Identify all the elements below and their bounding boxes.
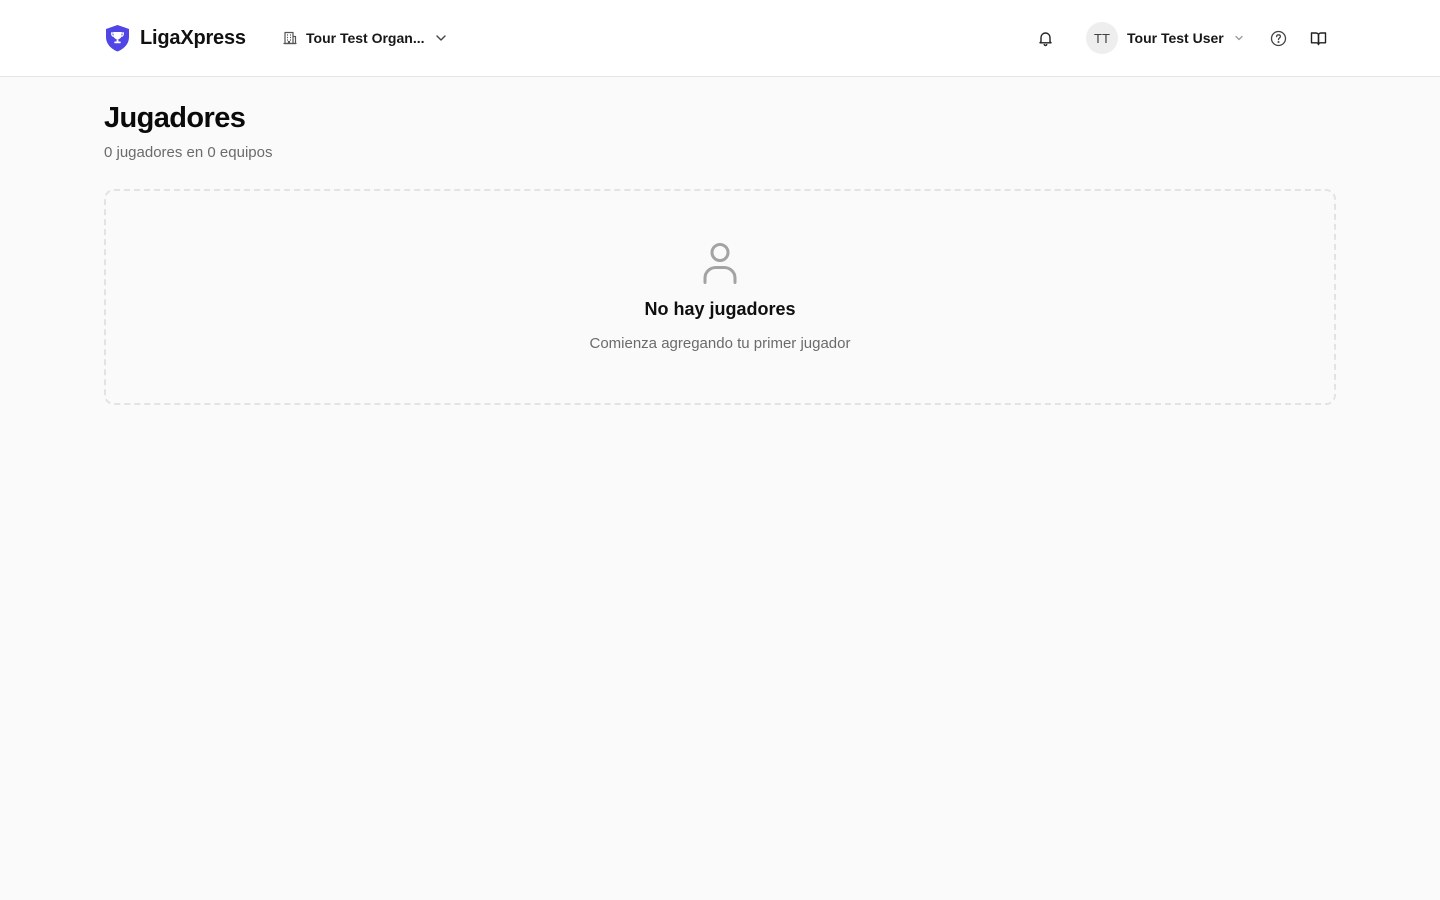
book-open-icon xyxy=(1310,31,1326,45)
help-circle-icon xyxy=(1270,30,1286,46)
page-subtitle: 0 jugadores en 0 equipos xyxy=(104,144,273,161)
bell-icon xyxy=(1038,31,1052,46)
empty-state-card: No hay jugadores Comienza agregando tu p… xyxy=(104,189,1336,405)
empty-state-description: Comienza agregando tu primer jugador xyxy=(589,335,851,352)
trophy-shield-icon xyxy=(106,25,129,52)
docs-button[interactable] xyxy=(1301,21,1335,55)
avatar: TT xyxy=(1086,22,1118,54)
user-icon xyxy=(703,243,737,284)
help-button[interactable] xyxy=(1261,21,1295,55)
page-title: Jugadores xyxy=(104,102,246,134)
brand-name: LigaXpress xyxy=(140,26,246,49)
user-name: Tour Test User xyxy=(1127,30,1224,46)
user-menu[interactable]: TT Tour Test User xyxy=(1086,22,1245,54)
building-icon xyxy=(283,31,297,45)
brand-logo-link[interactable]: LigaXpress xyxy=(104,24,246,52)
empty-state-title: No hay jugadores xyxy=(644,299,796,319)
top-navbar: LigaXpress Tour Test Organ... TT Tour Te… xyxy=(0,0,1440,77)
notifications-button[interactable] xyxy=(1028,21,1062,55)
avatar-initials: TT xyxy=(1094,30,1110,46)
chevron-down-icon xyxy=(435,35,446,41)
organization-switcher[interactable]: Tour Test Organ... xyxy=(274,22,457,54)
organization-name: Tour Test Organ... xyxy=(306,30,425,46)
chevron-down-icon xyxy=(1235,35,1243,41)
